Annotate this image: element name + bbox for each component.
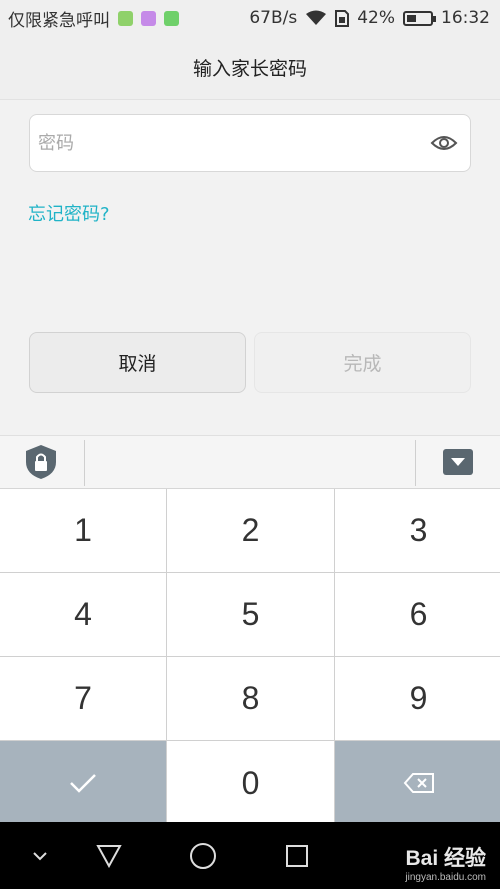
backspace-key[interactable] bbox=[335, 741, 500, 825]
toolbar-divider-left bbox=[84, 440, 85, 486]
done-button[interactable]: 完成 bbox=[254, 332, 471, 393]
watermark: Bai 经验 jingyan.baidu.com bbox=[405, 842, 486, 883]
cancel-button[interactable]: 取消 bbox=[29, 332, 246, 393]
back-triangle-icon bbox=[96, 845, 122, 868]
page-title: 输入家长密码 bbox=[192, 58, 307, 80]
key-7[interactable]: 7 bbox=[0, 657, 166, 740]
key-4[interactable]: 4 bbox=[0, 573, 166, 656]
eye-icon[interactable] bbox=[430, 129, 458, 157]
key-3[interactable]: 3 bbox=[335, 489, 500, 572]
keyboard-toolbar bbox=[0, 435, 500, 489]
home-circle-icon bbox=[190, 843, 216, 869]
chevron-down-icon bbox=[33, 851, 47, 860]
status-left: 仅限紧急呼叫 bbox=[8, 6, 179, 31]
battery-icon bbox=[403, 10, 436, 26]
wifi-icon bbox=[306, 10, 327, 25]
backspace-icon bbox=[403, 773, 434, 793]
battery-percent: 42% bbox=[357, 8, 395, 28]
key-6[interactable]: 6 bbox=[335, 573, 500, 656]
network-speed: 67B/s bbox=[249, 8, 298, 28]
triangle-down-icon bbox=[451, 458, 465, 466]
gallery-notification-icon bbox=[141, 10, 156, 26]
back-button[interactable] bbox=[94, 842, 124, 870]
key-8[interactable]: 8 bbox=[167, 657, 334, 740]
carrier-text: 仅限紧急呼叫 bbox=[8, 10, 110, 31]
checkmark-icon bbox=[70, 774, 96, 793]
key-5[interactable]: 5 bbox=[167, 573, 334, 656]
password-field[interactable] bbox=[29, 114, 471, 172]
home-button[interactable] bbox=[188, 842, 218, 870]
system-nav-bar: Bai 经验 jingyan.baidu.com bbox=[0, 822, 500, 889]
page-header: 输入家长密码 bbox=[0, 36, 500, 100]
status-bar: 仅限紧急呼叫 67B/s 42% 16:32 bbox=[0, 0, 500, 36]
forgot-password-link[interactable]: 忘记密码? bbox=[28, 200, 110, 226]
watermark-url: jingyan.baidu.com bbox=[405, 872, 486, 883]
status-right: 67B/s 42% 16:32 bbox=[249, 8, 490, 28]
key-2[interactable]: 2 bbox=[167, 489, 334, 572]
key-1[interactable]: 1 bbox=[0, 489, 166, 572]
key-0[interactable]: 0 bbox=[167, 741, 334, 825]
key-9[interactable]: 9 bbox=[335, 657, 500, 740]
hide-keyboard-button[interactable] bbox=[30, 842, 50, 870]
numeric-keypad: 1 2 3 4 5 6 7 8 9 0 bbox=[0, 489, 500, 825]
clock: 16:32 bbox=[441, 8, 490, 28]
recents-button[interactable] bbox=[284, 842, 310, 870]
app-notification-icon bbox=[118, 10, 133, 26]
keyboard-collapse-button[interactable] bbox=[443, 449, 473, 475]
message-notification-icon bbox=[164, 10, 179, 26]
password-input[interactable] bbox=[38, 132, 430, 154]
toolbar-divider-right bbox=[415, 440, 416, 486]
watermark-brand: Bai 经验 bbox=[405, 847, 486, 870]
security-shield-icon bbox=[26, 445, 56, 479]
sim-icon bbox=[335, 9, 350, 27]
confirm-key[interactable] bbox=[0, 741, 166, 825]
recents-square-icon bbox=[286, 845, 308, 867]
